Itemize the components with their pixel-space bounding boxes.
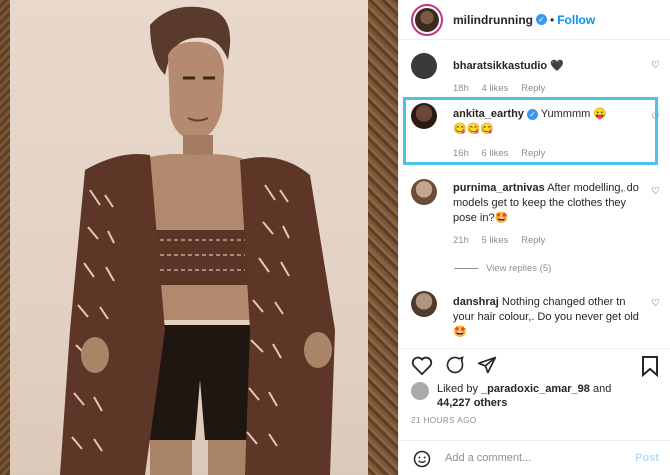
model-figure xyxy=(60,6,335,475)
share-icon[interactable] xyxy=(477,355,497,375)
comment-heart-icon[interactable]: ♡ xyxy=(651,61,661,71)
commenter-avatar[interactable] xyxy=(411,179,437,205)
likes-count[interactable]: 44,227 others xyxy=(437,397,507,409)
comment-likes[interactable]: 5 likes xyxy=(482,235,509,246)
liked-by-prefix: Liked by xyxy=(437,383,478,395)
commenter-username[interactable]: bharatsikkastudio xyxy=(453,60,547,72)
post-panel: milindrunning ✓ • Follow bharatsikkastud… xyxy=(398,0,670,475)
comment-time[interactable]: 21h xyxy=(453,235,469,246)
view-replies[interactable]: View replies (5) xyxy=(454,263,551,274)
post-header: milindrunning ✓ • Follow xyxy=(399,0,670,40)
heart-icon[interactable] xyxy=(411,355,433,375)
likes-and: and xyxy=(592,383,612,395)
commenter-avatar[interactable] xyxy=(411,53,437,79)
comment-item: purnima_artnivas After modelling, do mod… xyxy=(411,179,661,249)
comment-icon[interactable] xyxy=(445,355,465,375)
view-replies-label: View replies (5) xyxy=(486,263,552,274)
commenter-username[interactable]: purnima_artnivas xyxy=(453,182,545,194)
smiley-icon[interactable] xyxy=(413,450,431,468)
more-icon[interactable]: ··· xyxy=(623,185,637,197)
highlight-box xyxy=(403,97,658,165)
follow-button[interactable]: Follow xyxy=(557,13,595,27)
author-username[interactable]: milindrunning xyxy=(453,13,533,27)
comment-item: danshraj Nothing changed other tn your h… xyxy=(411,291,661,348)
replies-divider xyxy=(454,267,478,269)
post-photo[interactable] xyxy=(0,0,398,475)
reply-button[interactable]: Reply xyxy=(521,235,545,246)
comment-heart-icon[interactable]: ♡ xyxy=(651,187,661,197)
post-button[interactable]: Post xyxy=(635,452,659,464)
liker-avatar[interactable] xyxy=(411,382,429,400)
comment-text: 🖤 xyxy=(550,60,564,72)
header-separator: • xyxy=(550,12,555,27)
comment-input[interactable]: Add a comment... xyxy=(445,452,531,464)
bookmark-icon[interactable] xyxy=(641,355,659,377)
action-bar xyxy=(399,348,670,380)
comment-item: bharatsikkastudio 🖤 18h 4 likes Reply ♡ xyxy=(411,53,661,94)
commenter-username[interactable]: danshraj xyxy=(453,296,499,308)
comment-heart-icon[interactable]: ♡ xyxy=(651,299,661,309)
comment-time[interactable]: 18h xyxy=(453,83,469,94)
comments-list[interactable]: bharatsikkastudio 🖤 18h 4 likes Reply ♡ … xyxy=(399,41,670,348)
post-timestamp[interactable]: 21 HOURS AGO xyxy=(411,416,477,425)
likes-summary: Liked by _paradoxic_amar_98 and 44,227 o… xyxy=(411,380,661,410)
commenter-avatar[interactable] xyxy=(411,291,437,317)
add-comment-bar: Add a comment... Post xyxy=(399,440,670,475)
comment-likes[interactable]: 4 likes xyxy=(482,83,509,94)
author-avatar[interactable] xyxy=(411,3,443,36)
verified-icon: ✓ xyxy=(536,14,547,25)
reply-button[interactable]: Reply xyxy=(521,83,545,94)
liker-username[interactable]: _paradoxic_amar_98 xyxy=(481,383,590,395)
